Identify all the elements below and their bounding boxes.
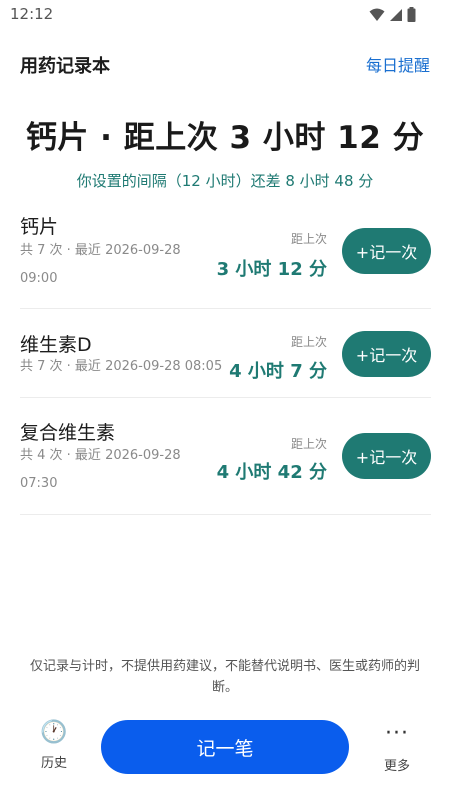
medication-meta-line2: 07:30	[20, 476, 58, 491]
bottom-nav: 🕐 历史 记一笔 ··· 更多	[0, 712, 450, 792]
history-label: 历史	[40, 756, 67, 771]
hero-subtitle: 你设置的间隔（12 小时）还差 8 小时 48 分	[76, 172, 374, 190]
history-nav-button[interactable]: 🕐 历史	[30, 720, 78, 771]
medication-row: 维生素D 共 7 次 · 最近 2026-09-28 08:05 距上次 4 小…	[20, 309, 431, 398]
wifi-icon	[369, 8, 385, 21]
since-value: 3 小时 12 分	[216, 259, 327, 280]
disclaimer-text: 仅记录与计时，不提供用药建议，不能替代说明书、医生或药师的判断。	[29, 659, 420, 695]
medication-meta: 共 7 次 · 最近 2026-09-28 09:00	[20, 237, 181, 293]
medication-name: 钙片	[20, 216, 59, 238]
since-value: 4 小时 42 分	[216, 462, 327, 483]
log-once-button[interactable]: +记一次	[342, 228, 431, 274]
record-entry-button[interactable]: 记一笔	[101, 720, 349, 774]
more-dots-icon: ···	[385, 721, 409, 746]
medication-meta-line1: 共 7 次 · 最近 2026-09-28	[20, 243, 181, 258]
status-bar: 12:12	[0, 0, 450, 30]
app-header: 用药记录本 每日提醒	[20, 46, 430, 80]
app-title: 用药记录本	[20, 56, 110, 77]
more-label: 更多	[383, 759, 410, 774]
medication-meta-line1: 共 4 次 · 最近 2026-09-28	[20, 448, 181, 463]
since-label: 距上次	[290, 232, 327, 246]
signal-icon	[390, 8, 402, 21]
log-once-button[interactable]: +记一次	[342, 433, 431, 479]
status-time: 12:12	[10, 5, 54, 23]
medication-row: 复合维生素 共 4 次 · 最近 2026-09-28 07:30 距上次 4 …	[20, 398, 431, 515]
daily-reminder-link[interactable]: 每日提醒	[366, 52, 430, 76]
since-label: 距上次	[290, 437, 327, 451]
since-label: 距上次	[290, 335, 327, 349]
medication-row: 钙片 共 7 次 · 最近 2026-09-28 09:00 距上次 3 小时 …	[20, 200, 431, 309]
medication-meta: 共 4 次 · 最近 2026-09-28 07:30	[20, 442, 181, 498]
medication-meta: 共 7 次 · 最近 2026-09-28 08:05	[20, 353, 222, 381]
more-nav-button[interactable]: ··· 更多	[373, 721, 421, 775]
status-icons	[369, 7, 416, 22]
since-value: 4 小时 7 分	[229, 361, 327, 382]
clock-icon: 🕐	[40, 720, 68, 745]
battery-icon	[407, 7, 416, 22]
medication-meta-line2: 09:00	[20, 271, 58, 286]
medication-meta-line1: 共 7 次 · 最近 2026-09-28 08:05	[20, 359, 223, 374]
hero-title: 钙片 · 距上次 3 小时 12 分	[25, 120, 425, 156]
log-once-button[interactable]: +记一次	[342, 331, 431, 377]
medication-name: 复合维生素	[20, 422, 116, 444]
medication-list: 钙片 共 7 次 · 最近 2026-09-28 09:00 距上次 3 小时 …	[20, 200, 431, 515]
